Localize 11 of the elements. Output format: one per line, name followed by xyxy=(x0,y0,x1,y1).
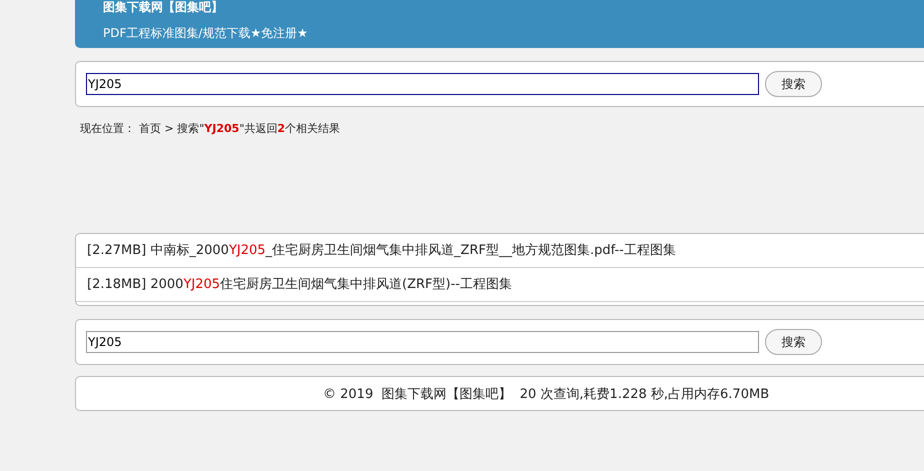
site-tagline: PDF工程标准图集/规范下载★免注册★ xyxy=(103,26,309,40)
search-button[interactable]: 搜索 xyxy=(765,329,822,355)
search-field[interactable]: YJ205 xyxy=(86,331,759,353)
result-link[interactable]: [2.27MB] 中南标_2000YJ205_住宅厨房卫生间烟气集中排风道_ZRF型__地方规范图集.pdf--工程图集 xyxy=(76,234,924,268)
breadcrumb: 现在位置： 首页 > 搜索"YJ205"共返回2个相关结果 xyxy=(80,121,342,137)
search-field[interactable]: YJ205 xyxy=(86,73,759,95)
footer-text: © 2019 图集下载网【图集吧】 20 次查询,耗费1.228 秒,占用内存6.70MB xyxy=(323,386,770,402)
site-title[interactable]: 图集下载网【图集吧】 xyxy=(103,0,924,14)
home-link[interactable]: 首页 xyxy=(139,122,161,135)
search-button[interactable]: 搜索 xyxy=(765,71,822,97)
result-link[interactable]: [2.18MB] 2000YJ205住宅厨房卫生间烟气集中排风道(ZRF型)--工程图集 xyxy=(76,268,924,302)
